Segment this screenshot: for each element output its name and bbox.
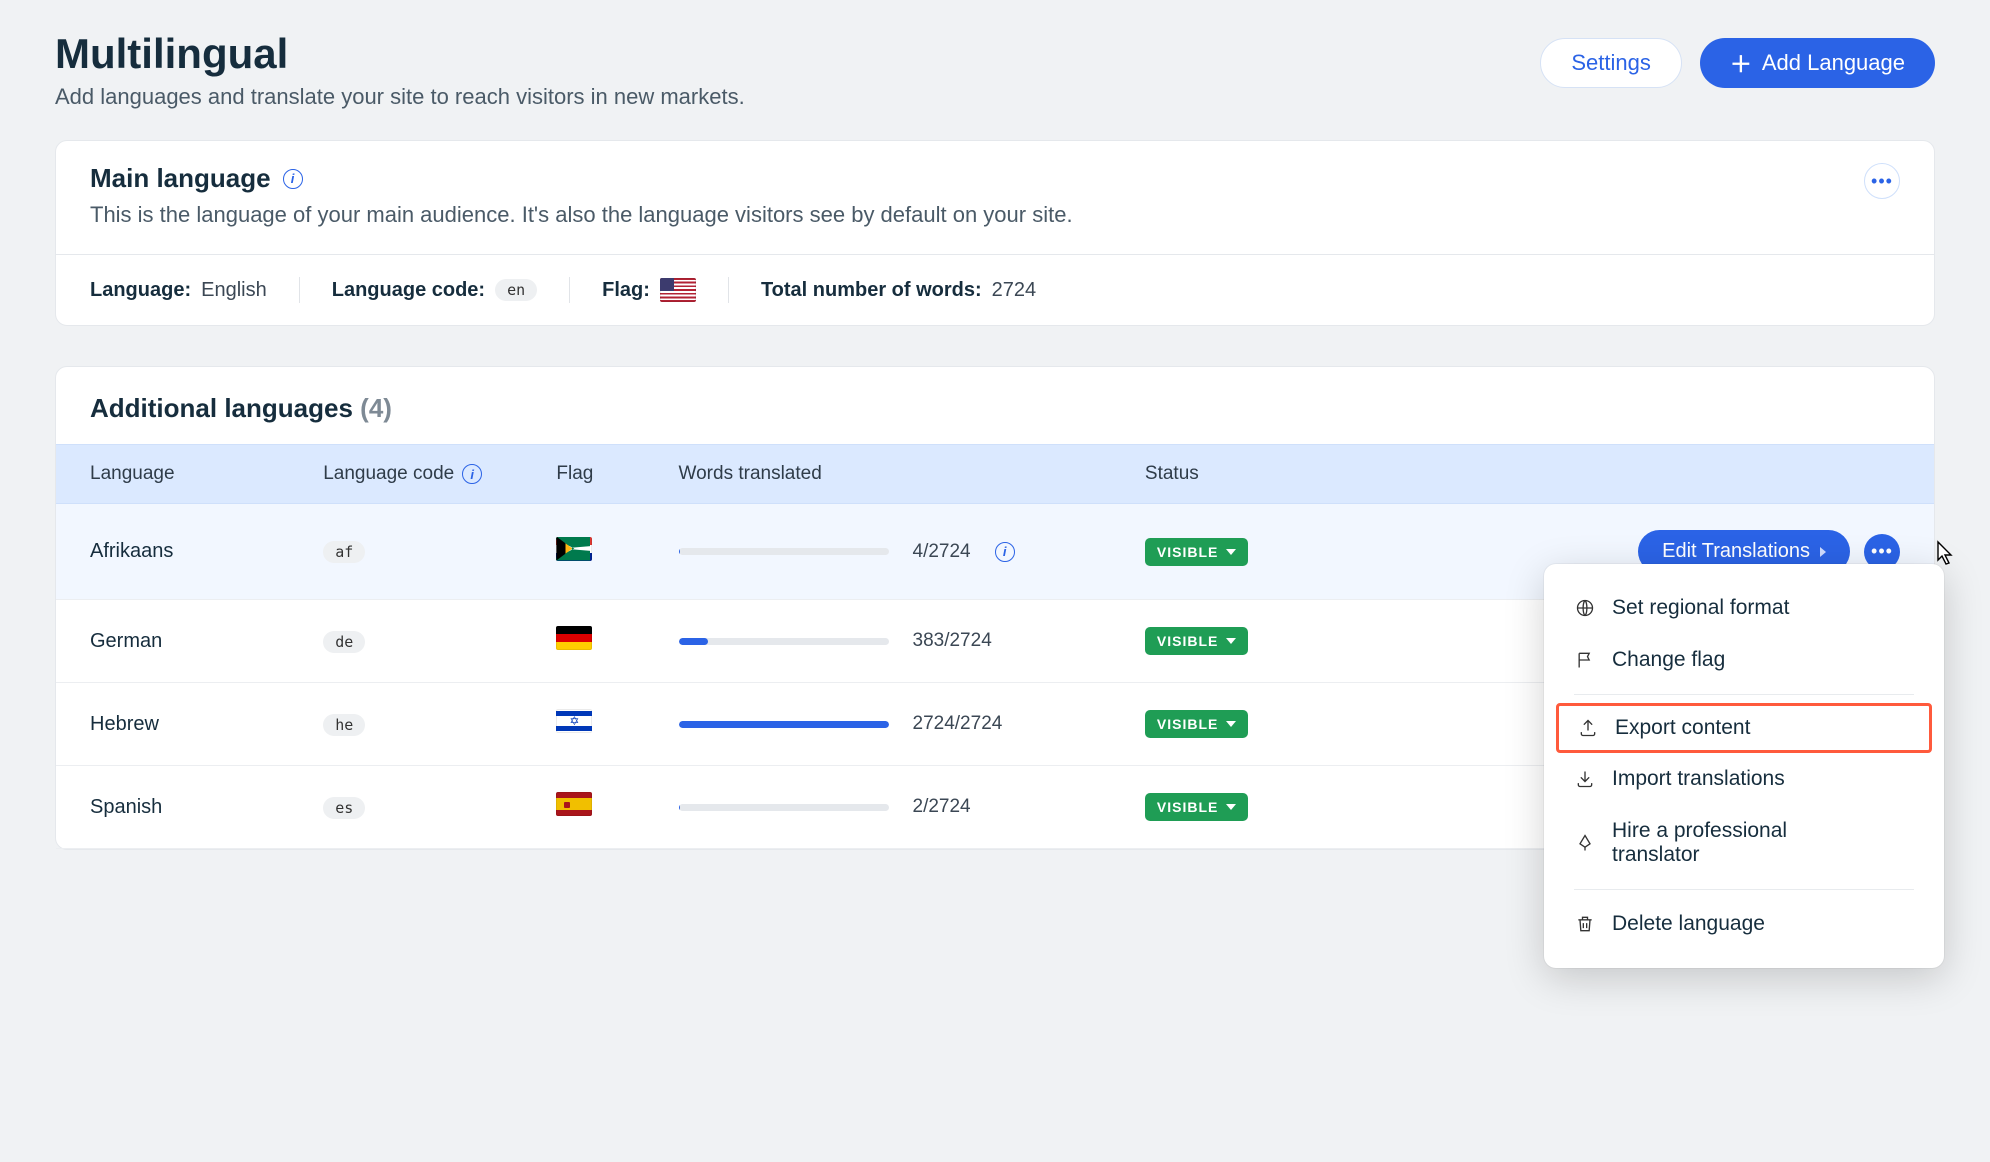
additional-languages-title: Additional languages — [90, 393, 353, 423]
cell-language-code: he — [323, 714, 365, 736]
progress-text: 2724/2724 — [913, 713, 1003, 735]
progress-text: 4/2724 — [913, 541, 971, 563]
flag-de-icon — [556, 626, 592, 650]
label-language-code: Language code: — [332, 279, 485, 302]
chevron-down-icon — [1226, 804, 1236, 810]
cell-language: German — [90, 630, 323, 653]
globe-icon — [1574, 598, 1596, 618]
menu-delete-language[interactable]: Delete language — [1544, 898, 1944, 950]
row-actions-menu: Set regional format Change flag Export c… — [1544, 564, 1944, 968]
import-icon — [1574, 769, 1596, 789]
flag-us-icon — [660, 278, 696, 302]
progress-bar — [679, 804, 889, 811]
table-header: Language Language code i Flag Words tran… — [56, 444, 1934, 504]
menu-hire-translator[interactable]: Hire a professional translator — [1544, 805, 1944, 881]
flag-icon — [1574, 650, 1596, 670]
progress-text: 383/2724 — [913, 630, 992, 652]
cell-words-translated: 2/2724 — [679, 796, 1145, 818]
col-flag: Flag — [556, 463, 678, 485]
status-badge[interactable]: VISIBLE — [1145, 627, 1248, 655]
menu-import-translations[interactable]: Import translations — [1544, 753, 1944, 805]
menu-set-regional-format[interactable]: Set regional format — [1544, 582, 1944, 634]
info-icon[interactable]: i — [462, 464, 482, 484]
page-subtitle: Add languages and translate your site to… — [55, 84, 745, 110]
cell-language-code: es — [323, 797, 365, 819]
progress-bar — [679, 638, 889, 645]
export-icon — [1577, 718, 1599, 738]
cell-language: Spanish — [90, 796, 323, 819]
flag-za-icon — [556, 537, 592, 561]
col-words-translated: Words translated — [679, 463, 1145, 485]
cell-words-translated: 2724/2724 — [679, 713, 1145, 735]
status-badge[interactable]: VISIBLE — [1145, 538, 1248, 566]
cell-language-code: af — [323, 541, 365, 563]
page-header: Multilingual Add languages and translate… — [55, 30, 1935, 110]
flag-il-icon: ✡ — [556, 709, 592, 733]
value-language: English — [201, 279, 267, 302]
cell-language-code: de — [323, 631, 365, 653]
flag-es-icon — [556, 792, 592, 816]
progress-bar — [679, 721, 889, 728]
col-language-code: Language code — [323, 463, 454, 485]
cell-words-translated: 383/2724 — [679, 630, 1145, 652]
progress-text: 2/2724 — [913, 796, 971, 818]
settings-button[interactable]: Settings — [1540, 38, 1682, 88]
separator — [299, 277, 300, 303]
additional-languages-count: (4) — [360, 393, 392, 423]
menu-separator — [1574, 889, 1914, 890]
table-row[interactable]: Afrikaans af 4/2724 i VISIBLE Edit Trans… — [56, 504, 1934, 600]
cell-words-translated: 4/2724 i — [679, 541, 1145, 563]
label-flag: Flag: — [602, 279, 650, 302]
main-language-title: Main language — [90, 163, 271, 194]
main-language-more-button[interactable]: ••• — [1864, 163, 1900, 199]
pen-icon — [1574, 833, 1596, 853]
value-language-code: en — [495, 279, 537, 301]
cell-language: Afrikaans — [90, 540, 323, 563]
col-language: Language — [90, 463, 323, 485]
separator — [728, 277, 729, 303]
status-badge[interactable]: VISIBLE — [1145, 793, 1248, 821]
add-language-button[interactable]: ＋ Add Language — [1700, 38, 1935, 88]
chevron-down-icon — [1226, 638, 1236, 644]
cell-language: Hebrew — [90, 713, 323, 736]
label-language: Language: — [90, 279, 191, 302]
page-title: Multilingual — [55, 30, 745, 78]
add-language-label: Add Language — [1762, 50, 1905, 76]
info-icon[interactable]: i — [995, 542, 1015, 562]
main-language-subtitle: This is the language of your main audien… — [90, 202, 1073, 228]
col-status: Status — [1145, 463, 1500, 485]
status-badge[interactable]: VISIBLE — [1145, 710, 1248, 738]
chevron-right-icon — [1820, 547, 1826, 557]
additional-languages-card: Additional languages (4) Language Langua… — [55, 366, 1935, 850]
info-icon[interactable]: i — [283, 169, 303, 189]
chevron-down-icon — [1226, 721, 1236, 727]
progress-bar — [679, 548, 889, 555]
value-total-words: 2724 — [992, 279, 1037, 302]
plus-icon: ＋ — [1730, 47, 1752, 79]
separator — [569, 277, 570, 303]
main-language-card: Main language i This is the language of … — [55, 140, 1935, 326]
chevron-down-icon — [1226, 549, 1236, 555]
menu-change-flag[interactable]: Change flag — [1544, 634, 1944, 686]
menu-export-content[interactable]: Export content — [1556, 703, 1932, 753]
trash-icon — [1574, 914, 1596, 934]
label-total-words: Total number of words: — [761, 279, 982, 302]
menu-separator — [1574, 694, 1914, 695]
